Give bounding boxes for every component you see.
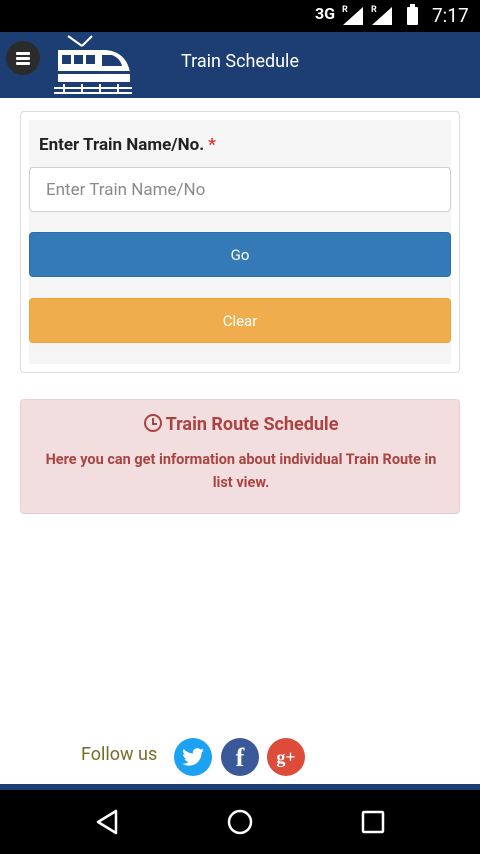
- signal-icon: [343, 7, 363, 25]
- info-description: Here you can get information about indiv…: [45, 451, 437, 491]
- required-marker: *: [208, 135, 216, 155]
- clock: 7:17: [432, 4, 469, 27]
- twitter-icon[interactable]: [174, 738, 212, 776]
- info-title-text: Train Route Schedule: [165, 414, 339, 435]
- status-bar: 3G R R 7:17: [0, 0, 480, 32]
- clear-button[interactable]: Clear: [29, 298, 451, 343]
- clock-icon: [143, 414, 162, 432]
- train-input-label: Enter Train Name/No. *: [39, 135, 216, 155]
- app-bar: Train Schedule: [0, 32, 480, 98]
- app-title: Train Schedule: [181, 51, 299, 72]
- system-nav-bar: [0, 790, 480, 854]
- train-input-label-text: Enter Train Name/No.: [39, 135, 205, 155]
- recents-icon[interactable]: [333, 790, 413, 854]
- train-name-input[interactable]: [29, 167, 451, 212]
- go-button[interactable]: Go: [29, 232, 451, 277]
- network-type: 3G: [315, 4, 336, 23]
- battery-icon: [407, 4, 418, 25]
- signal-icon-2: [372, 7, 392, 25]
- follow-us-label: Follow us: [81, 744, 158, 765]
- back-icon[interactable]: [67, 790, 147, 854]
- info-panel: Train Route Schedule Here you can get in…: [20, 399, 460, 514]
- google-plus-icon[interactable]: g+: [267, 738, 305, 776]
- facebook-icon[interactable]: f: [221, 738, 259, 776]
- home-icon[interactable]: [200, 790, 280, 854]
- info-title: Train Route Schedule: [21, 414, 461, 435]
